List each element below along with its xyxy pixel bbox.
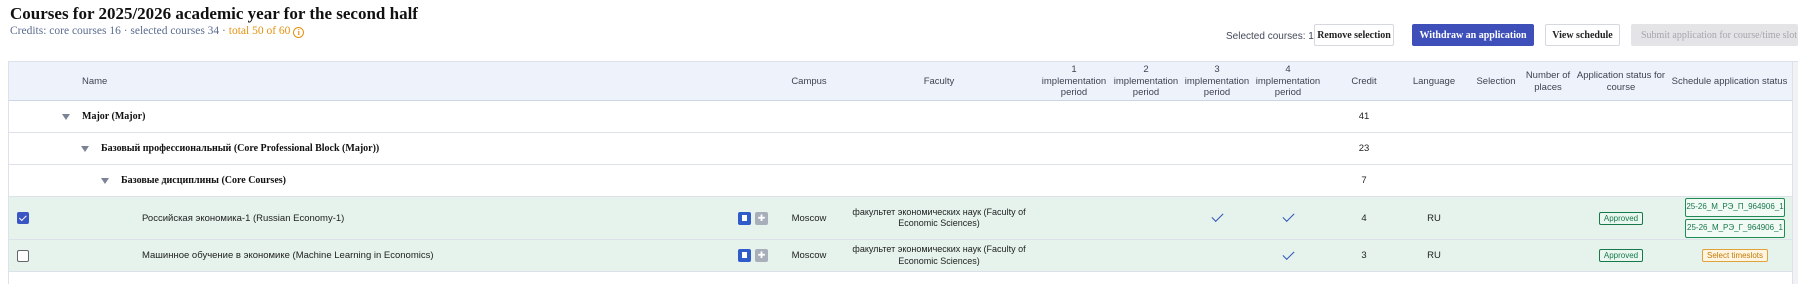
credits-core: Credits: core courses 16 (10, 25, 121, 37)
vertical-scrollbar[interactable] (1792, 62, 1798, 284)
col-period-3-label: implementation period (1184, 75, 1250, 99)
col-period-2-label: implementation period (1113, 75, 1179, 99)
course-language: RU (1427, 250, 1441, 261)
group-credit: 23 (1358, 143, 1370, 154)
col-application-status[interactable]: Application status for course (1576, 62, 1666, 101)
period-4-check-icon (1281, 247, 1295, 260)
table-header: Name Campus Faculty 1 implementation per… (9, 62, 1798, 101)
col-faculty[interactable]: Faculty (889, 62, 989, 101)
selected-courses-count: Selected courses: 1 (1226, 31, 1314, 42)
application-status-badge: Approved (1598, 211, 1644, 225)
group-label: Базовый профессиональный (Core Professio… (101, 143, 380, 154)
withdraw-application-button[interactable]: Withdraw an application (1412, 24, 1534, 46)
col-period-3[interactable]: 3 implementation period (1182, 62, 1252, 101)
group-label: Базовые дисциплины (Core Courses) (121, 175, 286, 186)
schedule-slot-tag[interactable]: 25-26_М_РЭ_Г_964906_1 (1685, 219, 1785, 238)
submit-application-button: Submit application for course/time slot (1631, 24, 1798, 46)
col-selection[interactable]: Selection (1469, 62, 1523, 101)
col-number-of-places[interactable]: Number of places (1521, 62, 1575, 101)
credits-summary: Credits: core courses 16 · selected cour… (10, 25, 305, 38)
courses-table: Name Campus Faculty 1 implementation per… (8, 61, 1798, 284)
course-campus: Moscow (791, 250, 827, 261)
course-name: Машинное обучение в экономике (Machine L… (142, 250, 434, 261)
view-schedule-button[interactable]: View schedule (1545, 24, 1620, 46)
col-period-4-label: implementation period (1255, 75, 1321, 99)
course-language: RU (1427, 212, 1441, 224)
group-label: Major (Major) (82, 111, 146, 122)
col-schedule-status[interactable]: Schedule application status (1667, 62, 1792, 101)
credits-selected: · selected courses 34 · (120, 25, 229, 37)
col-credit[interactable]: Credit (1339, 62, 1389, 101)
row-select-checkbox[interactable] (17, 249, 29, 262)
expand-triangle-icon[interactable] (81, 133, 89, 164)
select-timeslots-button[interactable]: Select timeslots (1701, 249, 1769, 262)
expand-triangle-icon[interactable] (101, 165, 109, 196)
col-period-4[interactable]: 4 implementation period (1253, 62, 1323, 101)
col-period-1[interactable]: 1 implementation period (1039, 62, 1109, 101)
group-credit: 7 (1361, 175, 1367, 186)
period-4-check-icon (1281, 209, 1295, 223)
pin-icon[interactable]: ✚ (755, 211, 768, 225)
row-select-checkbox[interactable] (17, 212, 29, 224)
group-row-core-professional[interactable]: Базовый профессиональный (Core Professio… (9, 133, 1798, 165)
group-row-major[interactable]: Major (Major) 41 (9, 101, 1798, 133)
info-icon[interactable]: i (293, 27, 305, 38)
col-period-2-num: 2 (1143, 64, 1149, 76)
course-campus: Moscow (791, 212, 827, 224)
course-credit: 3 (1361, 250, 1367, 261)
course-name: Российская экономика-1 (Russian Economy-… (142, 212, 345, 224)
group-credit: 41 (1358, 111, 1370, 122)
col-period-2[interactable]: 2 implementation period (1111, 62, 1181, 101)
course-credit: 4 (1361, 212, 1367, 224)
document-icon[interactable] (738, 211, 751, 225)
group-row-core-courses[interactable]: Базовые дисциплины (Core Courses) 7 (9, 165, 1798, 197)
remove-selection-button[interactable]: Remove selection (1314, 24, 1394, 46)
course-row[interactable]: Машинное обучение в экономике (Machine L… (9, 240, 1798, 272)
expand-triangle-icon[interactable] (62, 101, 70, 132)
document-icon[interactable] (738, 249, 751, 262)
period-3-check-icon (1210, 209, 1224, 223)
col-campus[interactable]: Campus (779, 62, 839, 101)
col-language[interactable]: Language (1404, 62, 1464, 101)
col-period-1-num: 1 (1071, 64, 1077, 76)
col-period-1-label: implementation period (1041, 75, 1107, 99)
credits-total: total 50 of 60 (228, 25, 291, 37)
col-period-4-num: 4 (1285, 64, 1291, 76)
schedule-slot-tag[interactable]: 25-26_М_РЭ_П_964906_1 (1685, 198, 1785, 217)
col-name[interactable]: Name (82, 62, 202, 101)
application-status-badge: Approved (1598, 249, 1644, 262)
page-title: Courses for 2025/2026 academic year for … (10, 4, 418, 23)
course-faculty: факультет экономических наук (Faculty of… (852, 206, 1026, 229)
course-row[interactable]: Российская экономика-1 (Russian Economy-… (9, 197, 1798, 240)
pin-icon[interactable]: ✚ (755, 249, 768, 262)
course-faculty: факультет экономических наук (Faculty of… (852, 244, 1026, 266)
col-period-3-num: 3 (1214, 64, 1220, 76)
